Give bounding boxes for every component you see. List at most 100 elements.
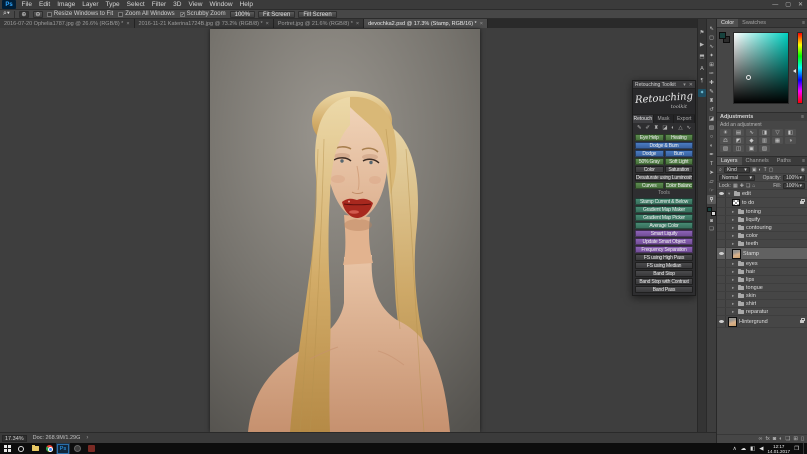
menu-image[interactable]: Image bbox=[54, 0, 79, 10]
toolkit-btn-fs-using-high-pass[interactable]: FS using High Pass bbox=[635, 254, 693, 261]
link-icon[interactable]: ∞ bbox=[759, 436, 763, 442]
visibility-toggle[interactable] bbox=[717, 190, 726, 197]
visibility-toggle[interactable] bbox=[717, 276, 726, 283]
visibility-toggle[interactable] bbox=[717, 292, 726, 299]
menu-window[interactable]: Window bbox=[206, 0, 236, 10]
taskbar-chrome-button[interactable] bbox=[42, 443, 56, 454]
quick-select-tool[interactable]: ✦ bbox=[707, 51, 716, 60]
expand-caret-icon[interactable]: ▸ bbox=[732, 301, 736, 307]
panel-menu-icon[interactable]: ≡ bbox=[801, 113, 804, 122]
filter-type-icon[interactable]: T bbox=[764, 167, 767, 173]
toolkit-btn-stamp-current-below[interactable]: Stamp Current & Below bbox=[635, 198, 693, 205]
adjustment-selective-color-icon[interactable]: ▣ bbox=[746, 145, 757, 152]
toolkit-btn-saturation[interactable]: Saturation bbox=[665, 166, 694, 173]
menu-filter[interactable]: Filter bbox=[148, 0, 169, 10]
visibility-toggle[interactable] bbox=[717, 260, 726, 267]
taskbar-file-explorer-button[interactable] bbox=[28, 443, 42, 454]
layer-group-lips[interactable]: ▸lips bbox=[717, 276, 807, 284]
fit-screen-button[interactable]: Fit Screen bbox=[258, 11, 295, 18]
toolkit-btn-eye-help[interactable]: Eye Help bbox=[635, 134, 664, 141]
toolkit-btn-dodge[interactable]: Dodge bbox=[635, 150, 664, 157]
toolbar-foreground-color[interactable] bbox=[707, 207, 712, 212]
menu-select[interactable]: Select bbox=[123, 0, 148, 10]
expand-caret-icon[interactable]: ▸ bbox=[732, 233, 736, 239]
adjustment-black-white-icon[interactable]: ◩ bbox=[733, 137, 744, 144]
menu-help[interactable]: Help bbox=[236, 0, 256, 10]
layer-hintergrund[interactable]: Hintergrund bbox=[717, 316, 807, 328]
pencil-icon[interactable]: ✐ bbox=[645, 125, 650, 131]
document-tab-active[interactable]: devochka2.psd @ 17.3% (Stamp, RGB/16) *× bbox=[364, 19, 488, 28]
visibility-toggle[interactable] bbox=[717, 224, 726, 231]
layers-tab-paths[interactable]: Paths bbox=[773, 157, 795, 165]
history-brush-tool[interactable]: ↺ bbox=[707, 105, 716, 114]
visibility-toggle[interactable] bbox=[717, 198, 726, 207]
menu-view[interactable]: View bbox=[185, 0, 206, 10]
hue-slider-marker[interactable] bbox=[793, 69, 796, 73]
zoom-tool-icon[interactable]: ⌕▾ bbox=[3, 10, 10, 18]
visibility-toggle[interactable] bbox=[717, 316, 726, 327]
layer-group-tongue[interactable]: ▸tongue bbox=[717, 284, 807, 292]
adjustment-posterize-icon[interactable]: ▧ bbox=[720, 145, 731, 152]
kind-filter-dropdown[interactable]: Kind▾ bbox=[724, 167, 750, 173]
expand-caret-icon[interactable]: ▸ bbox=[732, 225, 736, 231]
adjustment-photo-filter-icon[interactable]: ◆ bbox=[746, 137, 757, 144]
toolkit-btn-smart-liquify[interactable]: Smart Liquify bbox=[635, 230, 693, 237]
dodge-icon[interactable]: ◐ bbox=[671, 125, 674, 131]
eraser-icon[interactable]: ◪ bbox=[662, 125, 667, 131]
hue-slider[interactable] bbox=[797, 32, 803, 104]
hand-tool[interactable]: ☞ bbox=[707, 186, 716, 195]
color-tab-swatches[interactable]: Swatches bbox=[738, 19, 770, 27]
lock-transparency-icon[interactable]: ▦ bbox=[733, 183, 738, 189]
toolkit-btn-average-color[interactable]: Average Color bbox=[635, 222, 693, 229]
expand-caret-icon[interactable]: ▸ bbox=[732, 241, 736, 247]
eraser-tool[interactable]: ◪ bbox=[707, 114, 716, 123]
checkbox-scrubby-zoom[interactable]: ✓Scrubby Zoom bbox=[180, 11, 226, 17]
visibility-toggle[interactable] bbox=[717, 208, 726, 215]
taskbar-start-button[interactable] bbox=[0, 443, 14, 454]
stamp-icon[interactable]: ♜ bbox=[654, 125, 659, 131]
zoom-tool[interactable]: ⚲ bbox=[707, 195, 716, 204]
screen-mode-icon[interactable]: ❏ bbox=[709, 226, 713, 232]
minimize-icon[interactable]: — bbox=[772, 0, 778, 10]
toolkit-btn-healing[interactable]: Healing bbox=[665, 134, 694, 141]
tab-close-icon[interactable]: × bbox=[266, 21, 269, 27]
panel-icon-info[interactable]: ⚑ bbox=[698, 29, 706, 37]
visibility-toggle[interactable] bbox=[717, 300, 726, 307]
group-icon[interactable]: ❏ bbox=[785, 436, 790, 442]
visibility-toggle[interactable] bbox=[717, 240, 726, 247]
document-tab-portret-jpg-[interactable]: Portret.jpg @ 21.6% (RGB/8) *× bbox=[274, 19, 364, 28]
checkbox-box-resize-windows-to-fit[interactable] bbox=[47, 12, 52, 17]
panel-icon-properties[interactable]: ⬒ bbox=[698, 53, 706, 61]
checkbox-zoom-all-windows[interactable]: Zoom All Windows bbox=[118, 11, 174, 17]
toolkit-tab-mask[interactable]: Mask bbox=[654, 115, 675, 123]
lock-pixels-icon[interactable]: ✚ bbox=[740, 183, 744, 189]
tab-close-icon[interactable]: × bbox=[480, 21, 483, 27]
adjustment-gradient-map-icon[interactable]: ▨ bbox=[759, 145, 770, 152]
filter-toggle-icon[interactable]: ◉ bbox=[801, 167, 805, 173]
layer-group-shirt[interactable]: ▸shirt bbox=[717, 300, 807, 308]
toolkit-btn-band-stop-with-contrast[interactable]: Band Stop with Contrast bbox=[635, 278, 693, 285]
tray-chevron-up-icon[interactable]: ∧ bbox=[733, 446, 737, 452]
taskbar-photoshop-button[interactable]: Ps bbox=[56, 443, 70, 454]
clone-stamp-tool[interactable]: ♜ bbox=[707, 96, 716, 105]
panel-menu-icon[interactable]: ≡ bbox=[802, 19, 805, 28]
new-layer-icon[interactable]: ⊞ bbox=[793, 436, 798, 442]
adjustment-icon[interactable]: ◐ bbox=[779, 436, 782, 442]
toolkit-btn-frequency-separation[interactable]: Frequency Separation bbox=[635, 246, 693, 253]
layer-group-toning[interactable]: ▸toning bbox=[717, 208, 807, 216]
pen-tool[interactable]: ✒ bbox=[707, 150, 716, 159]
expand-caret-icon[interactable]: ▾ bbox=[728, 191, 732, 197]
toolkit-btn-gradient-map-maker[interactable]: Gradient Map Maker bbox=[635, 206, 693, 213]
adjustment-channel-mixer-icon[interactable]: ▥ bbox=[759, 137, 770, 144]
healing-tool[interactable]: ✚ bbox=[707, 78, 716, 87]
zoom-out-button[interactable]: ⊖ bbox=[33, 11, 43, 18]
layer-group-hair[interactable]: ▸hair bbox=[717, 268, 807, 276]
expand-caret-icon[interactable]: ▸ bbox=[732, 209, 736, 215]
fill-dropdown[interactable]: 100%▾ bbox=[783, 183, 805, 189]
toolkit-btn-fs-using-median[interactable]: FS using Median bbox=[635, 262, 693, 269]
panel-icon-character[interactable]: A bbox=[698, 65, 706, 73]
expand-caret-icon[interactable]: ▸ bbox=[732, 277, 736, 283]
visibility-toggle[interactable] bbox=[717, 232, 726, 239]
menu-edit[interactable]: Edit bbox=[35, 0, 53, 10]
adjustment-curves-icon[interactable]: ∿ bbox=[746, 129, 757, 136]
